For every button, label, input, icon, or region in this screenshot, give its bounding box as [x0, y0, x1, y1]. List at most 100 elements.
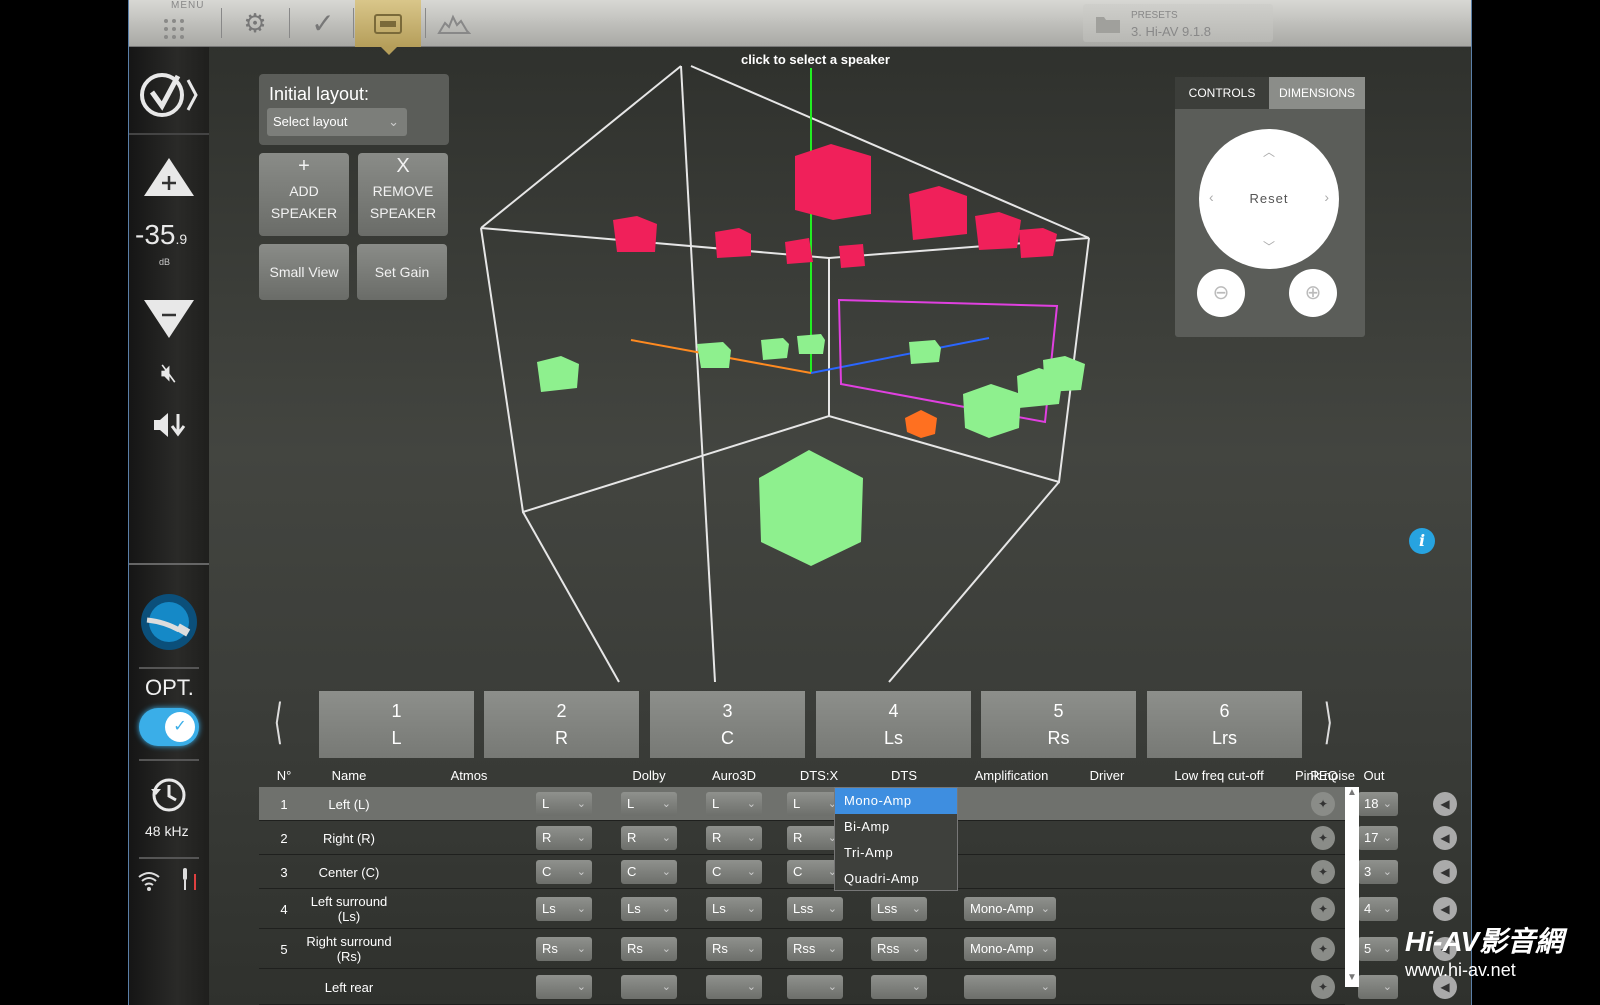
peq-icon[interactable]: ✦: [1311, 975, 1335, 999]
row-dts-select[interactable]: Rss ⌄: [871, 937, 927, 961]
row-atmos-select[interactable]: R ⌄: [536, 826, 592, 850]
volume-up-button[interactable]: [129, 155, 209, 199]
speaker-tab-5[interactable]: 5 Rs: [981, 691, 1136, 758]
info-icon[interactable]: i: [1409, 528, 1435, 554]
speaker-block[interactable]: [697, 342, 731, 368]
pink-noise-speaker-icon[interactable]: ◀: [1433, 792, 1457, 816]
amplification-dropdown-list[interactable]: Mono-Amp Bi-Amp Tri-Amp Quadri-Amp: [834, 787, 958, 891]
pink-noise-speaker-icon[interactable]: ◀: [1433, 860, 1457, 884]
volume-down-button[interactable]: [129, 297, 209, 341]
speaker-block[interactable]: [613, 216, 657, 252]
row-out-select[interactable]: 3 ⌄: [1358, 860, 1398, 884]
speaker-3d-view[interactable]: [469, 48, 1109, 688]
row-atmos-select[interactable]: C ⌄: [536, 860, 592, 884]
table-row[interactable]: 2Right (R)R⌄R⌄R⌄R⌄R⌄✦17⌄◀: [259, 821, 1457, 855]
remove-speaker-button[interactable]: X REMOVE SPEAKER: [358, 153, 448, 236]
speaker-block[interactable]: [909, 186, 967, 240]
tab-dimensions[interactable]: DIMENSIONS: [1269, 77, 1365, 109]
speaker-tab-6[interactable]: 6 Lrs: [1147, 691, 1302, 758]
row-dolby-select[interactable]: L ⌄: [621, 792, 677, 816]
tab-controls[interactable]: CONTROLS: [1175, 77, 1269, 109]
speaker-block[interactable]: [715, 228, 751, 258]
speaker-block[interactable]: [1019, 228, 1057, 258]
row-dts-select[interactable]: Lss ⌄: [871, 897, 927, 921]
amp-option[interactable]: Tri-Amp: [835, 840, 957, 866]
speaker-tab-1[interactable]: 1L: [319, 691, 474, 758]
table-row[interactable]: Left rear ⌄ ⌄ ⌄ ⌄ ⌄ ⌄ ✦ ⌄ ◀: [259, 969, 1457, 1005]
speaker-block[interactable]: [909, 340, 941, 364]
peq-icon[interactable]: ✦: [1311, 826, 1335, 850]
speaker-block[interactable]: [537, 356, 579, 392]
row-auro-select[interactable]: C ⌄: [706, 860, 762, 884]
peq-icon[interactable]: ✦: [1311, 897, 1335, 921]
opt-toggle[interactable]: ✓: [139, 708, 199, 746]
layout-select[interactable]: Select layout ⌄: [267, 108, 407, 136]
row-dts-select[interactable]: ⌄: [871, 975, 927, 999]
speaker-block[interactable]: [1043, 356, 1085, 392]
row-atmos-select[interactable]: Ls ⌄: [536, 897, 592, 921]
row-atmos-select[interactable]: Rs ⌄: [536, 937, 592, 961]
row-amp-select[interactable]: Mono-Amp ⌄: [964, 937, 1056, 961]
menu-button[interactable]: MENU: [149, 0, 203, 47]
speaker-block[interactable]: [761, 338, 789, 360]
row-dolby-select[interactable]: ⌄: [621, 975, 677, 999]
rotation-joystick[interactable]: ︿ ‹ › ﹀ Reset: [1199, 129, 1339, 269]
row-dtsx-select[interactable]: Lss ⌄: [787, 897, 843, 921]
row-out-select[interactable]: 5 ⌄: [1358, 937, 1398, 961]
row-out-select[interactable]: 18 ⌄: [1358, 792, 1398, 816]
row-auro-select[interactable]: ⌄: [706, 975, 762, 999]
speaker-tab-4[interactable]: 4 Ls: [816, 691, 971, 758]
peq-icon[interactable]: ✦: [1311, 937, 1335, 961]
speaker-block[interactable]: [963, 384, 1021, 438]
reset-button[interactable]: Reset: [1199, 191, 1339, 206]
peq-icon[interactable]: ✦: [1311, 860, 1335, 884]
row-auro-select[interactable]: R ⌄: [706, 826, 762, 850]
small-view-button[interactable]: Small View: [259, 244, 349, 300]
row-atmos-select[interactable]: ⌄: [536, 975, 592, 999]
row-dolby-select[interactable]: C ⌄: [621, 860, 677, 884]
row-auro-select[interactable]: Ls ⌄: [706, 897, 762, 921]
row-dolby-select[interactable]: Ls ⌄: [621, 897, 677, 921]
mute-button[interactable]: 🔇︎: [129, 355, 209, 391]
table-row[interactable]: 5 Right surround (Rs) Rs ⌄ Rs ⌄ Rs ⌄ Rss ⌄ Rss ⌄ Mon…: [259, 929, 1457, 969]
tabs-prev-arrow[interactable]: ⟨: [274, 694, 283, 750]
scroll-up-icon[interactable]: ▲: [1347, 787, 1357, 798]
row-out-select[interactable]: ⌄: [1358, 975, 1398, 999]
speaker-tab-2[interactable]: 2R: [484, 691, 639, 758]
amp-option[interactable]: Mono-Amp: [835, 788, 957, 814]
scroll-down-icon[interactable]: ▼: [1347, 972, 1357, 983]
pink-noise-speaker-icon[interactable]: ◀: [1433, 897, 1457, 921]
speaker-block[interactable]: [785, 238, 813, 264]
row-out-select[interactable]: 4 ⌄: [1358, 897, 1398, 921]
row-dtsx-select[interactable]: ⌄: [787, 975, 843, 999]
row-atmos-select[interactable]: L ⌄: [536, 792, 592, 816]
zoom-in-icon[interactable]: ⊕: [1289, 269, 1337, 317]
row-out-select[interactable]: 17 ⌄: [1358, 826, 1398, 850]
amp-option[interactable]: Bi-Amp: [835, 814, 957, 840]
table-row[interactable]: 3Center (C)C⌄C⌄C⌄C⌄C⌄✦3⌄◀: [259, 855, 1457, 889]
speaker-layout-tab[interactable]: [355, 0, 421, 55]
tabs-next-arrow[interactable]: ⟩: [1324, 694, 1333, 750]
presets-selector[interactable]: PRESETS 3. Hi-AV 9.1.8: [1083, 4, 1273, 42]
calibrate-check-icon[interactable]: ✓: [295, 0, 351, 47]
row-auro-select[interactable]: L ⌄: [706, 792, 762, 816]
frequency-response-icon[interactable]: [429, 0, 479, 47]
subwoofer-block[interactable]: [905, 410, 937, 438]
set-gain-button[interactable]: Set Gain: [357, 244, 447, 300]
table-row[interactable]: 1Left (L)L⌄L⌄L⌄L⌄L⌄✦18⌄◀: [259, 787, 1457, 821]
row-amp-select[interactable]: ⌄: [964, 975, 1056, 999]
row-dtsx-select[interactable]: Rss ⌄: [787, 937, 843, 961]
speaker-block[interactable]: [759, 450, 863, 566]
row-dolby-select[interactable]: R ⌄: [621, 826, 677, 850]
speaker-tab-3[interactable]: 3C: [650, 691, 805, 758]
peq-icon[interactable]: ✦: [1311, 792, 1335, 816]
input-source-button[interactable]: [129, 587, 209, 657]
table-scrollbar[interactable]: ▲ ▼: [1345, 787, 1359, 987]
speaker-block[interactable]: [795, 144, 871, 220]
table-row[interactable]: 4 Left surround (Ls) Ls ⌄ Ls ⌄ Ls ⌄ Lss ⌄ Lss ⌄ Mono…: [259, 889, 1457, 929]
pink-noise-speaker-icon[interactable]: ◀: [1433, 826, 1457, 850]
row-amp-select[interactable]: Mono-Amp ⌄: [964, 897, 1056, 921]
zoom-out-icon[interactable]: ⊖: [1197, 269, 1245, 317]
settings-gear-icon[interactable]: ⚙: [229, 0, 281, 47]
speaker-block[interactable]: [839, 244, 865, 268]
